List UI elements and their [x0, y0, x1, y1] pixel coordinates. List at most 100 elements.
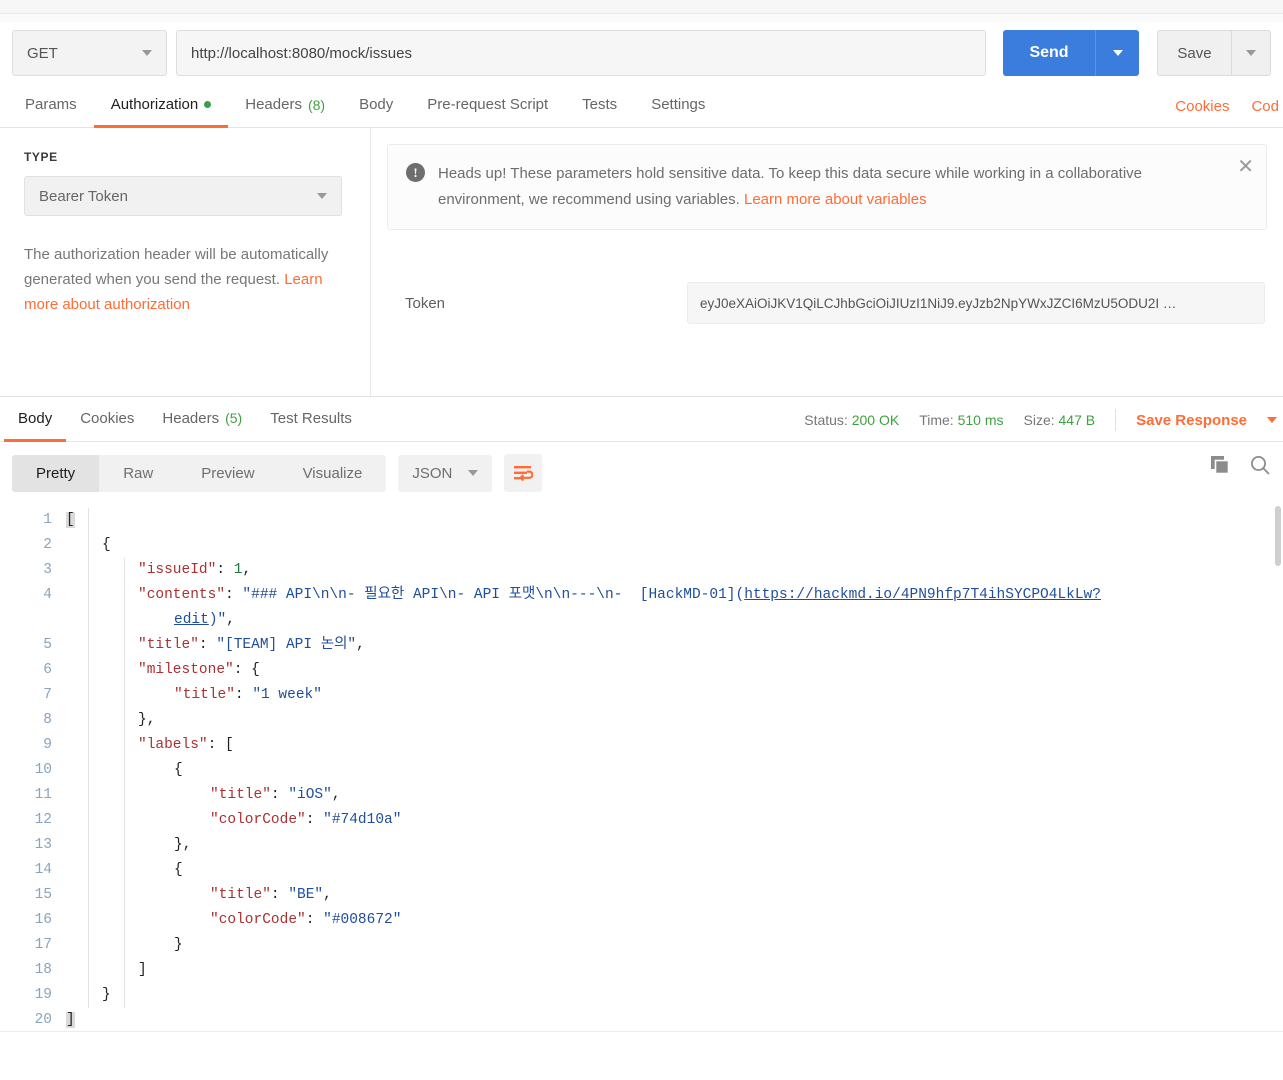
auth-type-label: TYPE	[24, 150, 58, 164]
code-text: "milestone": {	[66, 658, 260, 683]
tab-settings[interactable]: Settings	[634, 84, 722, 128]
code-token: "### API\n\n- 필요한 API\n- API 포맷\n\n---\n…	[242, 587, 745, 603]
warning-text: Heads up! These parameters hold sensitiv…	[438, 161, 1218, 213]
code-link[interactable]: Cod	[1251, 98, 1279, 115]
time-label: Time:	[919, 412, 954, 428]
http-method-select[interactable]: GET	[12, 30, 167, 76]
status-group: Status: 200 OK	[804, 412, 899, 428]
line-number: 9	[43, 737, 52, 753]
tab-pre-request-script[interactable]: Pre-request Script	[410, 84, 565, 128]
code-token: "BE"	[288, 887, 324, 903]
code-token: :	[234, 687, 253, 703]
auth-type-select[interactable]: Bearer Token	[24, 176, 342, 216]
view-mode-visualize[interactable]: Visualize	[279, 455, 387, 492]
auth-description: The authorization header will be automat…	[24, 242, 336, 317]
code-token: :	[198, 637, 217, 653]
auth-type-column: TYPE Bearer Token The authorization head…	[0, 128, 371, 396]
code-token: }	[102, 987, 111, 1003]
save-response-button[interactable]: Save Response	[1136, 412, 1247, 429]
code-line: 1[	[0, 508, 1283, 533]
line-number: 20	[34, 1012, 52, 1028]
code-line: 15 "title": "BE",	[0, 883, 1283, 908]
line-number: 13	[34, 837, 52, 853]
code-token: {	[174, 862, 183, 878]
response-view-actions	[1209, 454, 1271, 481]
code-line: 16 "colorCode": "#008672"	[0, 908, 1283, 933]
response-tab-body[interactable]: Body	[4, 397, 67, 442]
copy-icon[interactable]	[1209, 454, 1231, 481]
code-link[interactable]: edit	[174, 612, 209, 628]
divider	[0, 1031, 1283, 1032]
tab-label: Headers	[162, 409, 220, 427]
code-line: 14 {	[0, 858, 1283, 883]
view-mode-pretty[interactable]: Pretty	[12, 454, 100, 492]
code-token: [	[225, 737, 234, 753]
close-icon[interactable]: ✕	[1237, 157, 1254, 177]
code-text: "colorCode": "#008672"	[66, 908, 401, 933]
tab-authorization[interactable]: Authorization	[93, 84, 229, 128]
token-input[interactable]: eyJ0eXAiOiJKV1QiLCJhbGciOiJIUzI1NiJ9.eyJ…	[687, 282, 1265, 324]
view-mode-raw[interactable]: Raw	[99, 455, 177, 492]
code-text: "title": "BE",	[66, 883, 332, 908]
tab-tests[interactable]: Tests	[565, 84, 634, 128]
response-format-select[interactable]: JSON	[398, 454, 493, 492]
alert-icon: !	[406, 163, 425, 182]
line-number: 15	[34, 887, 52, 903]
chevron-down-icon[interactable]	[1267, 417, 1277, 423]
view-mode-preview[interactable]: Preview	[177, 455, 278, 492]
code-token: [	[66, 512, 75, 528]
line-number: 17	[34, 937, 52, 953]
code-text: [	[66, 508, 75, 533]
response-tab-test-results[interactable]: Test Results	[256, 397, 366, 442]
request-tabs-right-links: Cookies Cod	[1175, 84, 1283, 128]
learn-more-variables-link[interactable]: Learn more about variables	[744, 191, 927, 208]
tab-body[interactable]: Body	[342, 84, 410, 128]
save-options-button[interactable]	[1231, 30, 1271, 76]
save-button[interactable]: Save	[1157, 30, 1231, 76]
code-text: "contents": "### API\n\n- 필요한 API\n- API…	[66, 583, 1101, 608]
copy-glyph	[1211, 456, 1230, 475]
line-number: 1	[43, 512, 52, 528]
response-body-code[interactable]: 1[2{3 "issueId": 1, 4 "contents": "### API\…	[0, 502, 1283, 1032]
code-text: },	[66, 833, 191, 858]
vertical-scrollbar[interactable]	[1275, 506, 1281, 566]
code-token: ,	[242, 562, 252, 578]
code-text: "colorCode": "#74d10a"	[66, 808, 401, 833]
code-text: "title": "iOS",	[66, 783, 341, 808]
code-token: ,	[356, 637, 365, 653]
send-options-button[interactable]	[1095, 30, 1139, 76]
tab-count-badge: (8)	[307, 96, 326, 113]
code-text: "issueId": 1,	[66, 558, 251, 583]
code-link[interactable]: https://hackmd.io/4PN9hfp7T4ihSYCPO4LkLw…	[744, 587, 1101, 603]
code-line: 8},	[0, 708, 1283, 733]
line-number: 3	[43, 562, 52, 578]
code-token: "title"	[210, 887, 271, 903]
tab-label: Cookies	[80, 409, 135, 427]
request-tabs: Params Authorization Headers (8) Body Pr…	[0, 84, 1283, 128]
code-line: 6 "milestone": {	[0, 658, 1283, 683]
status-value: 200 OK	[851, 412, 900, 428]
line-number: 11	[34, 787, 52, 803]
tab-params[interactable]: Params	[8, 84, 94, 128]
code-text: edit)",	[66, 608, 235, 633]
response-tab-headers[interactable]: Headers (5)	[148, 397, 256, 442]
response-view-bar: Pretty Raw Preview Visualize JSON	[0, 442, 1283, 502]
code-token: :	[233, 662, 252, 678]
tab-label: Tests	[582, 96, 618, 113]
code-token: ]	[138, 962, 147, 978]
size-value: 447 B	[1058, 412, 1096, 428]
response-tabs: Body Cookies Headers (5) Test Results St…	[0, 396, 1283, 442]
code-line: 13},	[0, 833, 1283, 858]
code-token: "colorCode"	[210, 912, 306, 928]
send-button[interactable]: Send	[1003, 30, 1095, 76]
request-url-input[interactable]	[176, 30, 986, 76]
word-wrap-icon[interactable]	[504, 454, 543, 492]
divider	[1115, 409, 1117, 431]
indent-guide	[88, 508, 89, 1008]
search-icon[interactable]	[1249, 454, 1271, 481]
send-button-group: Send	[1003, 30, 1139, 76]
response-tab-cookies[interactable]: Cookies	[66, 397, 148, 442]
cookies-link[interactable]: Cookies	[1175, 98, 1229, 115]
code-token: :	[305, 912, 324, 928]
tab-headers[interactable]: Headers (8)	[228, 84, 342, 128]
